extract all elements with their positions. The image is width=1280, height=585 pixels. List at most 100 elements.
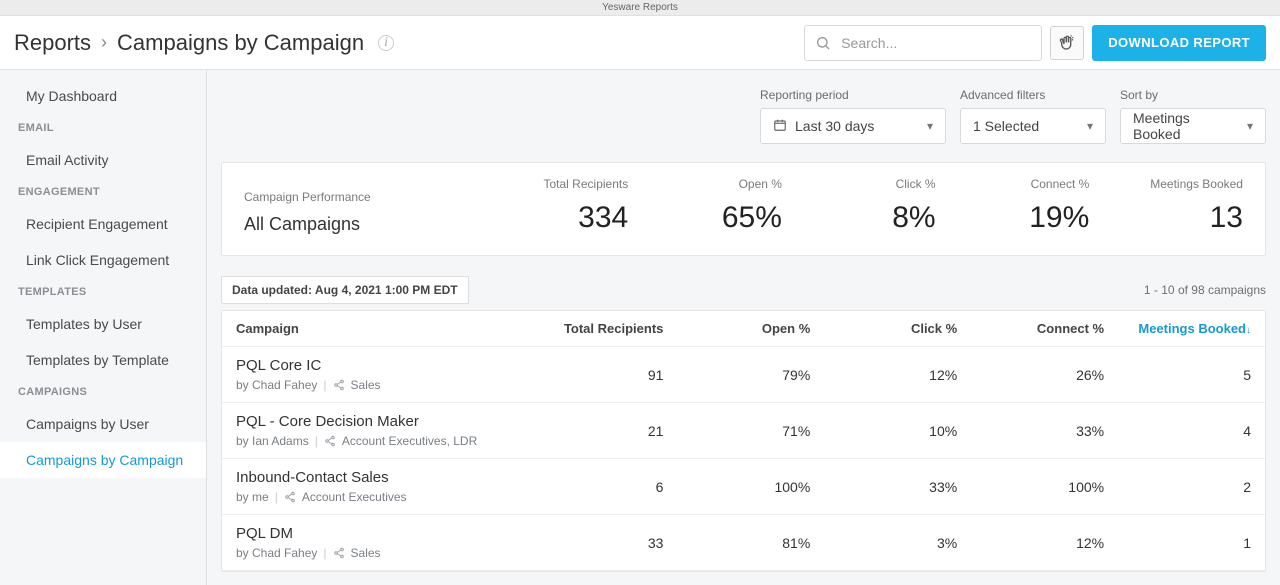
summary-card: Campaign Performance All Campaigns Total… <box>221 162 1266 256</box>
table-cell: 3% <box>824 515 971 571</box>
table-cell: 91 <box>530 347 677 403</box>
table-cell: 33% <box>824 459 971 515</box>
wave-icon <box>1058 34 1076 52</box>
campaign-name: Inbound-Contact Sales <box>236 469 407 486</box>
main: Reporting period Last 30 days ▾ Advanced… <box>207 70 1280 585</box>
table-cell: 26% <box>971 347 1118 403</box>
table-cell: 100% <box>971 459 1118 515</box>
summary-col-value: 65% <box>628 201 782 235</box>
table-header[interactable]: Total Recipients <box>530 311 677 347</box>
search-icon <box>815 35 831 51</box>
table-cell: 100% <box>677 459 824 515</box>
sort-by-select[interactable]: Meetings Booked ▾ <box>1120 108 1266 144</box>
campaign-name: PQL - Core Decision Maker <box>236 413 477 430</box>
summary-col-value: 13 <box>1089 201 1243 235</box>
sort-descending-icon: ↓ <box>1246 325 1251 336</box>
campaign-meta: by Chad Fahey | Sales <box>236 546 381 560</box>
table-cell: 33% <box>971 403 1118 459</box>
breadcrumb-root[interactable]: Reports <box>14 30 91 56</box>
sidebar-item[interactable]: Templates by Template <box>0 342 206 378</box>
summary-col-caption: Total Recipients <box>475 177 629 191</box>
table-cell: 10% <box>824 403 971 459</box>
sidebar-item[interactable]: Templates by User <box>0 306 206 342</box>
campaign-meta: by me | Account Executives <box>236 490 407 504</box>
sort-by-label: Sort by <box>1120 88 1266 102</box>
sidebar-group: EMAIL <box>0 114 206 142</box>
table-cell: 1 <box>1118 515 1265 571</box>
data-updated-chip: Data updated: Aug 4, 2021 1:00 PM EDT <box>221 276 469 304</box>
reporting-period-label: Reporting period <box>760 88 946 102</box>
filters-row: Reporting period Last 30 days ▾ Advanced… <box>221 88 1266 144</box>
advanced-filters-label: Advanced filters <box>960 88 1106 102</box>
reporting-period-value: Last 30 days <box>795 118 874 134</box>
table-header[interactable]: Connect % <box>971 311 1118 347</box>
breadcrumb-current: Campaigns by Campaign <box>117 30 364 56</box>
info-icon[interactable]: i <box>378 35 394 51</box>
advanced-filters-value: 1 Selected <box>973 118 1039 134</box>
share-icon <box>284 491 296 503</box>
summary-col-caption: Connect % <box>936 177 1090 191</box>
table-header[interactable]: Click % <box>824 311 971 347</box>
campaigns-table: CampaignTotal RecipientsOpen %Click %Con… <box>221 310 1266 572</box>
sidebar-item[interactable]: Email Activity <box>0 142 206 178</box>
table-cell: 79% <box>677 347 824 403</box>
download-report-button[interactable]: DOWNLOAD REPORT <box>1092 25 1266 61</box>
table-cell: 71% <box>677 403 824 459</box>
summary-col-caption: Meetings Booked <box>1089 177 1243 191</box>
campaign-meta: by Chad Fahey | Sales <box>236 378 381 392</box>
share-icon <box>333 547 345 559</box>
calendar-icon <box>773 118 787 135</box>
sidebar-item[interactable]: Campaigns by Campaign <box>0 442 206 478</box>
summary-col-caption: Open % <box>628 177 782 191</box>
table-cell: 12% <box>971 515 1118 571</box>
table-cell: 12% <box>824 347 971 403</box>
sidebar-item[interactable]: My Dashboard <box>0 78 206 114</box>
sidebar: My DashboardEMAILEmail ActivityENGAGEMEN… <box>0 70 207 585</box>
table-cell: 2 <box>1118 459 1265 515</box>
sidebar-group: CAMPAIGNS <box>0 378 206 406</box>
table-cell: 81% <box>677 515 824 571</box>
window-title: Yesware Reports <box>0 0 1280 16</box>
share-icon <box>324 435 336 447</box>
chevron-down-icon: ▾ <box>1247 119 1253 133</box>
summary-col-value: 19% <box>936 201 1090 235</box>
table-row-campaign[interactable]: PQL Core IC by Chad Fahey | Sales <box>222 347 530 403</box>
table-header[interactable]: Open % <box>677 311 824 347</box>
reporting-period-select[interactable]: Last 30 days ▾ <box>760 108 946 144</box>
advanced-filters-select[interactable]: 1 Selected ▾ <box>960 108 1106 144</box>
chevron-down-icon: ▾ <box>927 119 933 133</box>
search-input-wrap[interactable] <box>804 25 1042 61</box>
table-header[interactable]: Meetings Booked↓ <box>1118 311 1265 347</box>
sidebar-group: TEMPLATES <box>0 278 206 306</box>
campaign-meta: by Ian Adams | Account Executives, LDR <box>236 434 477 448</box>
wave-button[interactable] <box>1050 26 1084 60</box>
table-row-campaign[interactable]: PQL - Core Decision Maker by Ian Adams | … <box>222 403 530 459</box>
table-cell: 33 <box>530 515 677 571</box>
table-cell: 6 <box>530 459 677 515</box>
chevron-right-icon: › <box>101 32 107 53</box>
table-cell: 21 <box>530 403 677 459</box>
sidebar-item[interactable]: Recipient Engagement <box>0 206 206 242</box>
sidebar-group: ENGAGEMENT <box>0 178 206 206</box>
chevron-down-icon: ▾ <box>1087 119 1093 133</box>
table-header[interactable]: Campaign <box>222 311 530 347</box>
sort-by-value: Meetings Booked <box>1133 110 1237 142</box>
table-cell: 4 <box>1118 403 1265 459</box>
summary-col-caption: Click % <box>782 177 936 191</box>
breadcrumb: Reports › Campaigns by Campaign i <box>14 30 394 56</box>
campaign-name: PQL Core IC <box>236 357 381 374</box>
campaign-name: PQL DM <box>236 525 381 542</box>
summary-title: All Campaigns <box>244 214 475 235</box>
header: Reports › Campaigns by Campaign i DOWNLO… <box>0 16 1280 70</box>
search-input[interactable] <box>839 34 1031 52</box>
summary-col-value: 8% <box>782 201 936 235</box>
table-row-campaign[interactable]: Inbound-Contact Sales by me | Account Exe… <box>222 459 530 515</box>
sidebar-item[interactable]: Campaigns by User <box>0 406 206 442</box>
sidebar-item[interactable]: Link Click Engagement <box>0 242 206 278</box>
table-row-campaign[interactable]: PQL DM by Chad Fahey | Sales <box>222 515 530 571</box>
pagination-range: 1 - 10 of 98 campaigns <box>1144 283 1266 297</box>
table-cell: 5 <box>1118 347 1265 403</box>
summary-caption: Campaign Performance <box>244 190 475 204</box>
share-icon <box>333 379 345 391</box>
summary-col-value: 334 <box>475 201 629 235</box>
